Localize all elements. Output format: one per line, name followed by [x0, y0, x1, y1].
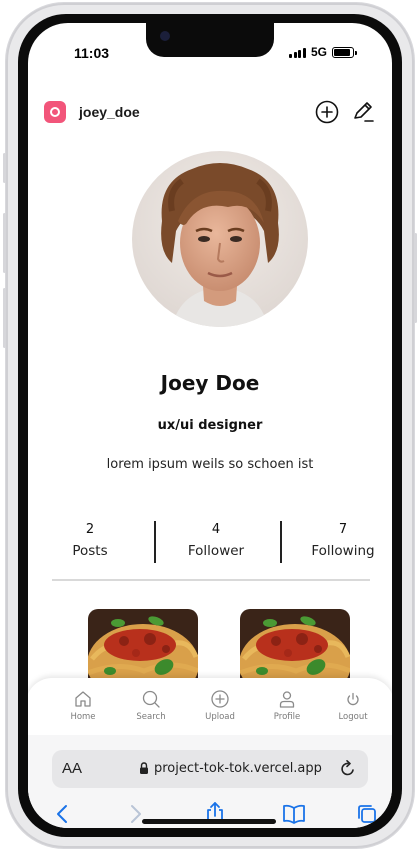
url-text[interactable]: project-tok-tok.vercel.app [154, 761, 322, 776]
power-button [414, 233, 417, 323]
volume-up-button [3, 213, 6, 273]
tab-home[interactable]: Home [53, 689, 113, 722]
profile-role: ux/ui designer [157, 418, 263, 433]
stat-label: Follower [187, 543, 245, 559]
app-header: joey_doe [28, 99, 392, 131]
network-label: 5G [310, 45, 327, 59]
mute-switch [3, 153, 6, 183]
tab-label: Home [70, 712, 96, 722]
tab-label: Upload [205, 712, 235, 722]
profile-avatar[interactable] [132, 151, 308, 327]
signal-icon [289, 47, 306, 58]
plus-circle-icon[interactable] [314, 99, 340, 125]
profile-bio: lorem ipsum weils so schoen ist [106, 457, 314, 472]
post-thumbnail[interactable] [88, 609, 198, 687]
phone-frame: 11:03 5G joey_doe Joey Doe ux/ui designe… [3, 3, 417, 848]
stat-followers[interactable]: 4 Follower [156, 521, 276, 559]
tab-label: Profile [273, 712, 301, 722]
stat-label: Following [311, 543, 375, 559]
tab-profile[interactable]: Profile [257, 689, 317, 722]
post-thumbnail[interactable] [240, 609, 350, 687]
bottom-tab-bar: Home Search Upload Profile Logout [28, 678, 392, 742]
section-divider [52, 579, 370, 581]
profile-icon [279, 691, 295, 708]
power-icon [347, 692, 359, 706]
home-indicator [142, 819, 276, 824]
pencil-icon[interactable] [350, 99, 376, 125]
text-size-button[interactable]: AA [62, 760, 82, 777]
stat-divider [280, 521, 282, 563]
profile-stats: 2 Posts 4 Follower 7 Following [28, 521, 392, 565]
status-time: 11:03 [74, 45, 110, 61]
notch [146, 23, 274, 57]
tabs-icon[interactable] [356, 803, 378, 825]
address-bar[interactable]: AA project-tok-tok.vercel.app [52, 750, 368, 788]
browser-toolbar: AA project-tok-tok.vercel.app [28, 735, 392, 828]
status-indicators: 5G [289, 45, 357, 59]
screen: 11:03 5G joey_doe Joey Doe ux/ui designe… [28, 23, 392, 828]
tab-search[interactable]: Search [121, 689, 181, 722]
profile-name: Joey Doe [160, 371, 260, 395]
stat-label: Posts [72, 543, 108, 559]
upload-icon [211, 690, 229, 708]
front-camera [160, 31, 170, 41]
reload-icon[interactable] [338, 759, 358, 779]
stat-following[interactable]: 7 Following [283, 521, 392, 559]
stat-value: 4 [211, 522, 221, 537]
stat-posts[interactable]: 2 Posts [30, 521, 150, 559]
tab-logout[interactable]: Logout [323, 689, 383, 722]
stat-value: 2 [85, 522, 95, 537]
bookmarks-icon[interactable] [282, 803, 306, 825]
home-icon [75, 691, 91, 707]
volume-down-button [3, 288, 6, 348]
search-icon [142, 690, 160, 708]
tab-label: Search [136, 712, 166, 722]
tab-label: Logout [338, 712, 368, 722]
back-icon[interactable] [53, 803, 73, 825]
app-logo-icon [44, 101, 66, 123]
header-username: joey_doe [79, 104, 140, 120]
phone-bezel: 11:03 5G joey_doe Joey Doe ux/ui designe… [18, 14, 402, 837]
stat-value: 7 [338, 522, 348, 537]
battery-icon [332, 46, 357, 58]
tab-upload[interactable]: Upload [190, 689, 250, 722]
lock-icon [140, 762, 148, 774]
